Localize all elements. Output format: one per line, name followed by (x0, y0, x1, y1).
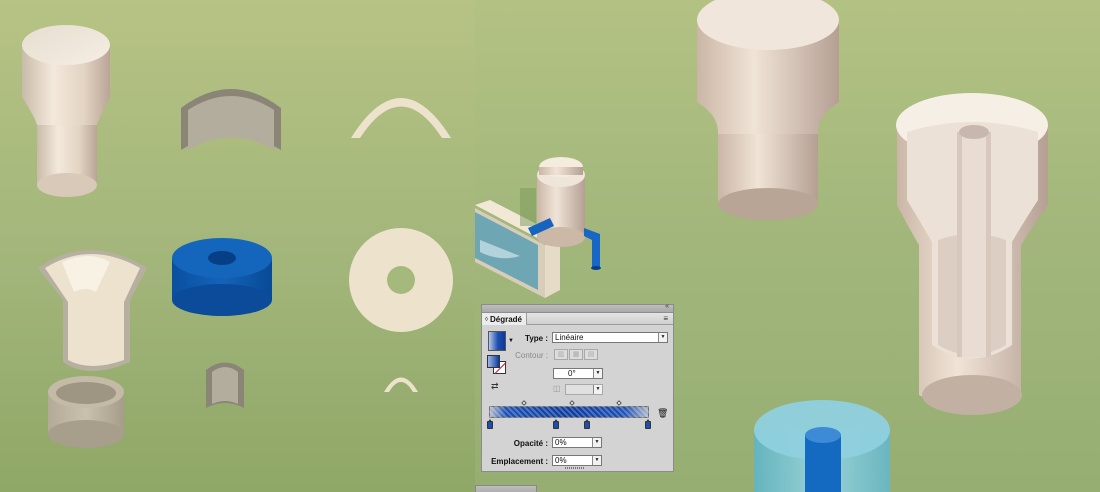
treatment-tank-illustration[interactable] (475, 157, 601, 298)
aspect-ratio-field[interactable]: ▼ (565, 384, 603, 395)
cutaway-tank-shape[interactable] (896, 93, 1048, 415)
color-stop[interactable] (487, 419, 493, 429)
blue-ring-shape[interactable] (172, 238, 272, 316)
type-label: Type : (525, 334, 548, 343)
color-stop[interactable] (645, 419, 651, 429)
gradient-swatch[interactable] (488, 331, 506, 351)
tab-expand-icon[interactable]: ◊ (485, 317, 488, 323)
type-value: Linéaire (555, 333, 584, 342)
angle-dropdown-icon[interactable]: ▼ (593, 369, 602, 378)
color-stop[interactable] (584, 419, 590, 429)
small-half-pipe-shape[interactable] (206, 362, 244, 409)
midpoint-handle[interactable] (521, 400, 527, 406)
tower-shape-small[interactable] (22, 25, 110, 197)
contour-label: Contour : (515, 351, 548, 360)
glass-cylinder-shape[interactable] (754, 400, 890, 492)
panel-tab-bar: ◊ Dégradé ≡ (482, 313, 673, 325)
opacity-label: Opacité : (513, 439, 548, 448)
panel-title-bar[interactable]: « (482, 303, 673, 313)
opacity-field[interactable]: 0% ▼ (552, 437, 602, 448)
tab-gradient[interactable]: ◊ Dégradé (482, 313, 527, 325)
fill-swatch-icon[interactable] (487, 355, 500, 368)
midpoint-handle[interactable] (569, 400, 575, 406)
stroke-along-button[interactable]: ▦ (569, 349, 583, 360)
aspect-dropdown-icon[interactable]: ▼ (593, 385, 602, 394)
angle-value: 0° (568, 369, 576, 378)
midpoint-handle[interactable] (616, 400, 622, 406)
small-arch-shape[interactable] (384, 377, 418, 393)
stroke-across-button[interactable]: ▤ (584, 349, 598, 360)
reverse-gradient-icon[interactable]: ⇄ (491, 381, 499, 392)
half-pipe-shape[interactable] (181, 89, 281, 150)
color-stop[interactable] (553, 419, 559, 429)
tab-gradient-label: Dégradé (489, 315, 522, 324)
aspect-ratio-icon: ◫ (553, 384, 561, 393)
collapse-icon[interactable]: « (665, 303, 669, 310)
angle-field[interactable]: 0° ▼ (553, 368, 603, 379)
washer-shape[interactable] (349, 228, 453, 332)
stroke-within-button[interactable]: ▥ (554, 349, 568, 360)
chevron-down-icon: ▼ (658, 333, 667, 342)
location-dropdown-icon[interactable]: ▼ (592, 456, 601, 465)
location-value: 0% (555, 456, 567, 465)
opacity-value: 0% (555, 438, 567, 447)
gradient-ramp-overlay (489, 406, 649, 418)
opacity-dropdown-icon[interactable]: ▼ (592, 438, 601, 447)
grey-cylinder-shape[interactable] (48, 376, 124, 448)
panel-menu-icon[interactable]: ≡ (663, 314, 668, 323)
location-field[interactable]: 0% ▼ (552, 455, 602, 466)
arch-shape[interactable] (351, 98, 451, 138)
resize-grip[interactable] (565, 467, 585, 469)
collapsed-panel[interactable] (475, 485, 537, 492)
location-label: Emplacement : (491, 457, 548, 466)
gradient-panel[interactable]: « ◊ Dégradé ≡ ▼ ⇄ Type : Linéaire ▼ Cont… (481, 303, 674, 472)
tower-shape-large[interactable] (697, 0, 839, 220)
type-select[interactable]: Linéaire ▼ (552, 332, 668, 343)
trash-icon[interactable]: 🗑 (657, 408, 668, 419)
funnel-shape[interactable] (38, 250, 147, 371)
